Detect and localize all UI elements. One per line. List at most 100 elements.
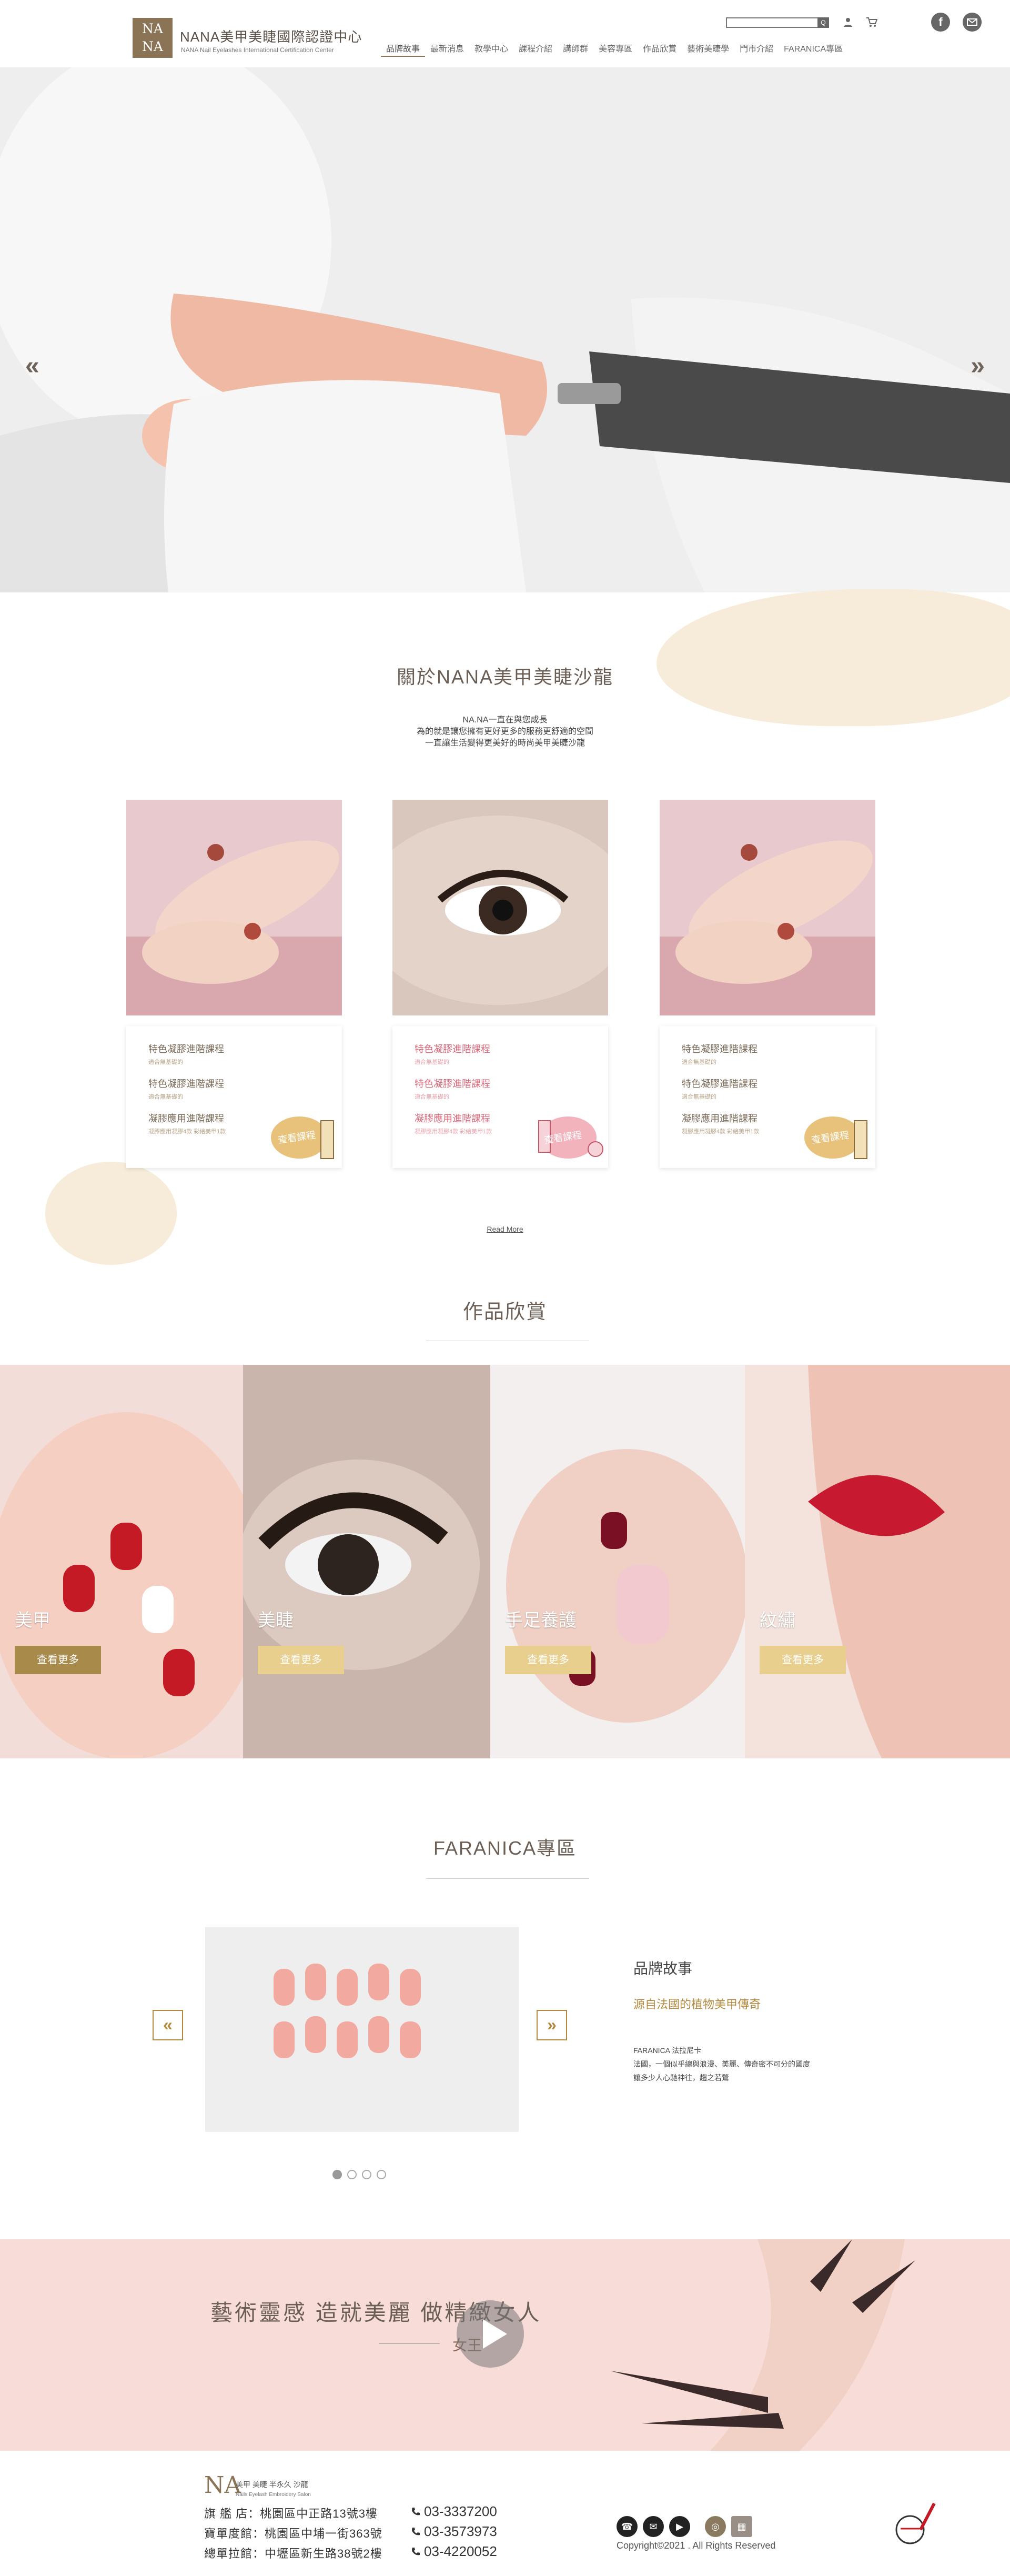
work-tile-nails[interactable]: 美甲 查看更多	[0, 1365, 243, 1758]
site-header: NA NA NANA美甲美睫國際認證中心 NANA Nail Eyelashes …	[0, 0, 1010, 67]
brand-title: NANA美甲美睫國際認證中心	[180, 29, 362, 45]
faranica-prev-button[interactable]: «	[153, 2010, 183, 2040]
work-tile-lashes[interactable]: 美睫 查看更多	[243, 1365, 490, 1758]
view-more-button[interactable]: 查看更多	[258, 1646, 344, 1674]
works-title: 作品欣賞	[462, 1301, 547, 1323]
course-item[interactable]: 特色凝膠進階課程 適合無基礎的	[682, 1042, 853, 1066]
course-title: 特色凝膠進階課程	[148, 1079, 224, 1089]
about-text: NA.NA一直在與您成長 為的就是讓您擁有更好更多的服務更舒適的空間 一直讓生活…	[0, 715, 1010, 749]
line-icon[interactable]: ✉	[643, 2516, 664, 2537]
faranica-title: FARANICA專區	[433, 1837, 577, 1859]
course-item[interactable]: 特色凝膠進階課程適合無基礎的	[415, 1042, 586, 1066]
instagram-icon[interactable]: ◎	[705, 2516, 726, 2537]
nav-item-teaching[interactable]: 教學中心	[469, 43, 513, 57]
nav-item-teachers[interactable]: 講師群	[558, 43, 593, 57]
work-tile-hand-foot-care[interactable]: 手足養護 查看更多	[490, 1365, 745, 1758]
video-banner: 藝術靈感 造就美麗 做精緻女人 女王	[0, 2239, 1010, 2451]
decor-blob	[656, 589, 1010, 726]
nav-item-brand-story[interactable]: 品牌故事	[381, 43, 426, 57]
work-label: 美睫	[258, 1611, 294, 1631]
phone-icon	[412, 2548, 420, 2555]
work-label: 美甲	[15, 1611, 50, 1631]
phone-icon	[412, 2508, 420, 2515]
salon-tools-icon	[895, 2502, 936, 2544]
logo[interactable]: NA NA	[133, 18, 173, 58]
hero-slider: « »	[0, 67, 1010, 592]
faranica-next-button[interactable]: »	[537, 2010, 567, 2040]
card-image	[126, 800, 342, 1015]
main-nav: 品牌故事 最新消息 教學中心 課程介紹 講師群 美容專區 作品欣賞 藝術美睫學 …	[381, 43, 848, 57]
story-subtitle: 源自法國的植物美甲傳奇	[633, 1998, 761, 2011]
course-title: 特色凝膠進階課程	[148, 1044, 224, 1054]
view-more-button[interactable]: 查看更多	[760, 1646, 846, 1674]
slider-dots	[332, 2170, 386, 2179]
course-card[interactable]: 特色凝膠進階課程 適合無基礎的 特色凝膠進階課程 適合無基礎的 凝膠應用進階課程 凝膠…	[660, 800, 875, 1168]
work-label: 紋繡	[760, 1611, 795, 1631]
youtube-icon[interactable]: ▶	[669, 2516, 690, 2537]
phone-icon	[412, 2528, 420, 2535]
slider-dot[interactable]	[332, 2170, 342, 2179]
footer-logo-subtitle-en: Nails Eyelash Embroidery Salon	[236, 2492, 311, 2498]
course-card[interactable]: 特色凝膠進階課程 適合無基礎的 特色凝膠進階課程 適合無基礎的 凝膠應用進階課程 凝膠…	[126, 800, 342, 1168]
nav-item-faranica[interactable]: FARANICA專區	[779, 43, 848, 57]
play-button[interactable]	[457, 2300, 524, 2368]
slider-dot[interactable]	[347, 2170, 357, 2179]
course-item[interactable]: 特色凝膠進階課程 適合無基礎的	[415, 1076, 586, 1101]
play-icon	[483, 2319, 507, 2349]
view-course-badge[interactable]: 查看課程	[537, 1105, 605, 1163]
view-course-badge[interactable]: 查看課程	[270, 1105, 339, 1163]
course-title: 特色凝膠進階課程	[415, 1044, 490, 1054]
hero-prev-arrow[interactable]: «	[25, 351, 39, 380]
card-body: 特色凝膠進階課程 適合無基礎的 特色凝膠進階課程 適合無基礎的 凝膠應用進階課程 凝膠…	[660, 1026, 875, 1168]
course-item[interactable]: 特色凝膠進階課程適合無基礎的	[148, 1076, 320, 1101]
about-title: 關於NANA美甲美睫沙龍	[396, 666, 614, 688]
mail-icon[interactable]	[963, 13, 982, 32]
about-line: NA.NA一直在與您成長	[462, 716, 548, 724]
slider-dot[interactable]	[362, 2170, 371, 2179]
nav-item-beauty[interactable]: 美容專區	[593, 43, 638, 57]
banner-hand-image	[610, 2239, 915, 2451]
cart-icon[interactable]	[866, 17, 877, 27]
slider-dot[interactable]	[377, 2170, 386, 2179]
hero-next-arrow[interactable]: »	[971, 351, 985, 380]
nav-item-works[interactable]: 作品欣賞	[638, 43, 682, 57]
brand-subtitle: NANA Nail Eyelashes International Certif…	[181, 46, 334, 54]
qrcode-icon[interactable]: ▦	[731, 2516, 752, 2537]
nav-item-news[interactable]: 最新消息	[425, 43, 469, 57]
view-more-button[interactable]: 查看更多	[505, 1646, 591, 1674]
card-image	[660, 800, 875, 1015]
hero-image	[0, 67, 1010, 592]
search-input[interactable]	[726, 17, 829, 28]
story-text: FARANICA 法拉尼卡 法國，一個似乎總與浪漫、美麗、傳奇密不可分的國度 讓…	[633, 2044, 810, 2085]
phone-number[interactable]: 03-3337200	[424, 2503, 497, 2520]
card-image	[392, 800, 608, 1015]
course-item[interactable]: 特色凝膠進階課程 適合無基礎的	[682, 1076, 853, 1101]
search-button[interactable]: Q	[817, 17, 829, 28]
banner-divider	[379, 2343, 440, 2344]
view-more-button[interactable]: 查看更多	[15, 1646, 101, 1674]
phone-number[interactable]: 03-3573973	[424, 2523, 497, 2540]
nav-item-stores[interactable]: 門市介紹	[734, 43, 779, 57]
course-subtitle: 適合無基礎的	[148, 1094, 183, 1100]
card-body: 特色凝膠進階課程 適合無基礎的 特色凝膠進階課程 適合無基礎的 凝膠應用進階課程 凝膠…	[392, 1026, 608, 1168]
about-line: 一直讓生活變得更美好的時尚美甲美睫沙龍	[425, 739, 585, 748]
nav-item-lash-art[interactable]: 藝術美睫學	[682, 43, 734, 57]
course-subtitle: 適合無基礎的	[415, 1094, 449, 1100]
work-tile-embroidery[interactable]: 紋繡 查看更多	[745, 1365, 1010, 1758]
user-icon[interactable]	[843, 17, 853, 27]
course-card[interactable]: 特色凝膠進階課程 適合無基礎的 特色凝膠進階課程 適合無基礎的 凝膠應用進階課程 凝膠…	[392, 800, 608, 1168]
course-subtitle: 適合無基礎的	[682, 1094, 716, 1100]
nav-item-courses[interactable]: 課程介紹	[513, 43, 558, 57]
course-subtitle: 適合無基礎的	[415, 1059, 449, 1065]
store-address: 旗 艦 店：桃園區中正路13號3樓	[204, 2507, 378, 2520]
course-item[interactable]: 特色凝膠進階課程適合無基礎的	[148, 1042, 320, 1066]
facebook-icon[interactable]: f	[931, 13, 950, 32]
store-address: 總單拉館：中壢區新生路38號2樓	[204, 2547, 382, 2560]
course-subtitle: 適合無基礎的	[148, 1059, 183, 1065]
read-more-link[interactable]: Read More	[0, 1225, 1010, 1233]
view-course-badge[interactable]: 查看課程	[804, 1105, 872, 1163]
phone-number[interactable]: 03-4220052	[424, 2543, 497, 2560]
course-subtitle: 適合無基礎的	[682, 1059, 716, 1065]
phone-circle-icon[interactable]: ☎	[617, 2516, 638, 2537]
about-line: 為的就是讓您擁有更好更多的服務更舒適的空間	[416, 727, 593, 736]
